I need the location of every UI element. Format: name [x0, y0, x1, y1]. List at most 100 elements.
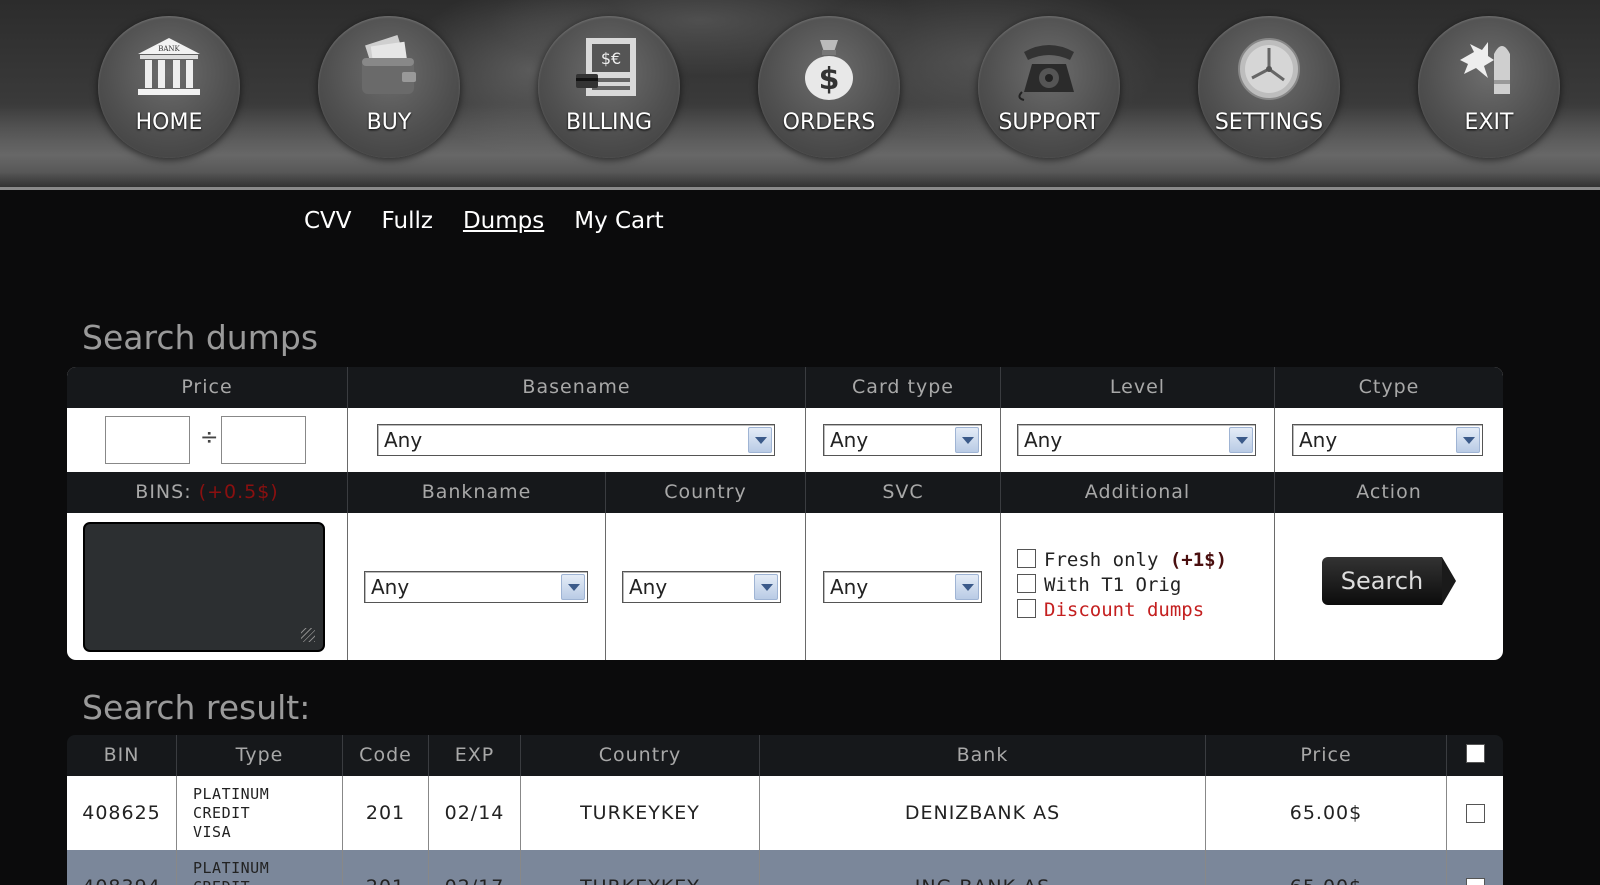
nav-billing-label: BILLING	[565, 110, 653, 135]
table-row: 408625 PLATINUM CREDIT VISA 201 02/14 TU…	[67, 776, 1503, 850]
nav-billing-button[interactable]: $€ BILLING	[538, 16, 680, 158]
row-select-cell	[1446, 850, 1503, 885]
wallet-icon	[362, 35, 416, 94]
card-type-select[interactable]: Any	[823, 424, 982, 456]
type-cell: PLATINUM CREDIT VISA	[176, 850, 342, 885]
country-select[interactable]: Any	[622, 571, 781, 603]
price-from-input[interactable]	[105, 416, 190, 464]
chevron-down-icon	[561, 574, 585, 600]
ctype-select-value: Any	[1299, 428, 1338, 452]
svc-select[interactable]: Any	[823, 571, 982, 603]
nav-settings-button[interactable]: SETTINGS	[1198, 16, 1340, 158]
basename-select-value: Any	[384, 428, 423, 452]
nav-support-label: SUPPORT	[998, 110, 1100, 135]
filter-header-row-2: BINS: (+0.5$) Bankname Country SVC Addit…	[67, 472, 1503, 513]
svc-select-value: Any	[830, 575, 869, 599]
chevron-down-icon	[754, 574, 778, 600]
row-select-checkbox[interactable]	[1465, 877, 1485, 885]
level-select[interactable]: Any	[1017, 424, 1256, 456]
t1-orig-checkbox[interactable]	[1017, 574, 1036, 593]
atm-icon: $€	[576, 38, 636, 96]
divider	[805, 408, 806, 472]
search-button[interactable]: Search	[1322, 557, 1456, 605]
divider	[1274, 408, 1275, 472]
money-bag-icon: $	[805, 40, 853, 100]
bin-cell: 408394	[67, 850, 176, 885]
basename-header: Basename	[347, 367, 805, 408]
subnav-dumps-link[interactable]: Dumps	[463, 208, 544, 234]
exp-cell: 02/14	[428, 776, 520, 850]
t1-orig-label: With T1 Orig	[1044, 574, 1182, 596]
country-cell: TURKEYKEY	[520, 776, 759, 850]
table-row: 408394 PLATINUM CREDIT VISA 201 02/17 TU…	[67, 850, 1503, 885]
resize-handle-icon[interactable]	[301, 628, 315, 642]
level-select-value: Any	[1024, 428, 1063, 452]
price-header: Price	[181, 376, 233, 398]
country-header: Country	[605, 472, 805, 513]
discount-label: Discount dumps	[1044, 599, 1205, 621]
bins-price-note: (+0.5$)	[198, 481, 279, 503]
level-header: Level	[1000, 367, 1274, 408]
bankname-select[interactable]: Any	[364, 571, 588, 603]
chevron-down-icon	[1456, 427, 1480, 453]
divider	[1000, 513, 1001, 660]
type-line: PLATINUM	[193, 784, 270, 803]
price-column-header: Price	[1205, 735, 1446, 776]
basename-select[interactable]: Any	[377, 424, 775, 456]
ctype-select[interactable]: Any	[1292, 424, 1483, 456]
chevron-down-icon	[748, 427, 772, 453]
chevron-down-icon	[955, 574, 979, 600]
nav-buy-button[interactable]: BUY	[318, 16, 460, 158]
results-header-row: BIN Type Code EXP Country Bank Price	[67, 735, 1503, 776]
subnav-cvv-link[interactable]: CVV	[304, 208, 352, 234]
fresh-only-checkbox[interactable]	[1017, 549, 1036, 568]
additional-header: Additional	[1000, 472, 1274, 513]
nav-orders-label: ORDERS	[782, 110, 876, 135]
fresh-only-extra: (+1$)	[1169, 549, 1228, 571]
type-line: CREDIT	[193, 803, 251, 822]
price-to-input[interactable]	[221, 416, 306, 464]
price-range-separator: ÷	[200, 425, 219, 450]
nav-exit-button[interactable]: EXIT	[1418, 16, 1560, 158]
subnav-fullz-link[interactable]: Fullz	[382, 208, 433, 234]
type-line: VISA	[193, 822, 232, 841]
nav-home-button[interactable]: BANK HOME	[98, 16, 240, 158]
search-dumps-title: Search dumps	[82, 318, 319, 357]
bins-textarea[interactable]	[83, 522, 325, 652]
svg-text:$: $	[819, 62, 840, 97]
chevron-down-icon	[955, 427, 979, 453]
divider	[805, 513, 806, 660]
search-result-title: Search result:	[82, 688, 311, 727]
nav-support-button[interactable]: SUPPORT	[978, 16, 1120, 158]
code-cell: 201	[342, 776, 428, 850]
bank-icon: BANK	[138, 38, 200, 95]
top-navigation-banner: BANK HOME BUY $€ BILLING $ ORDERS SUPPOR…	[0, 0, 1600, 190]
discount-checkbox[interactable]	[1017, 599, 1036, 618]
discount-option: Discount dumps	[1017, 599, 1204, 621]
select-all-cell	[1446, 735, 1503, 776]
action-header: Action	[1274, 472, 1503, 513]
row-select-cell	[1446, 776, 1503, 850]
chevron-down-icon	[1229, 427, 1253, 453]
ctype-header: Ctype	[1274, 367, 1503, 408]
row-select-checkbox[interactable]	[1465, 803, 1485, 823]
nav-orders-button[interactable]: $ ORDERS	[758, 16, 900, 158]
bankname-header: Bankname	[347, 472, 605, 513]
nav-settings-label: SETTINGS	[1214, 110, 1324, 135]
t1-orig-option: With T1 Orig	[1017, 574, 1181, 596]
nav-exit-label: EXIT	[1464, 110, 1514, 135]
telephone-icon	[1018, 45, 1074, 101]
price-cell: 65.00$	[1205, 850, 1446, 885]
divider	[1274, 513, 1275, 660]
subnav-my-cart-link[interactable]: My Cart	[574, 208, 663, 234]
select-all-checkbox[interactable]	[1465, 744, 1485, 763]
card-type-header: Card type	[805, 367, 1000, 408]
divider	[1000, 408, 1001, 472]
divider	[347, 513, 348, 660]
nav-buy-label: BUY	[366, 110, 412, 135]
clock-icon	[1238, 38, 1300, 100]
bank-cell: DENIZBANK AS	[759, 776, 1205, 850]
type-column-header: Type	[176, 735, 342, 776]
nav-home-label: HOME	[135, 110, 203, 135]
svg-text:$€: $€	[601, 49, 621, 68]
